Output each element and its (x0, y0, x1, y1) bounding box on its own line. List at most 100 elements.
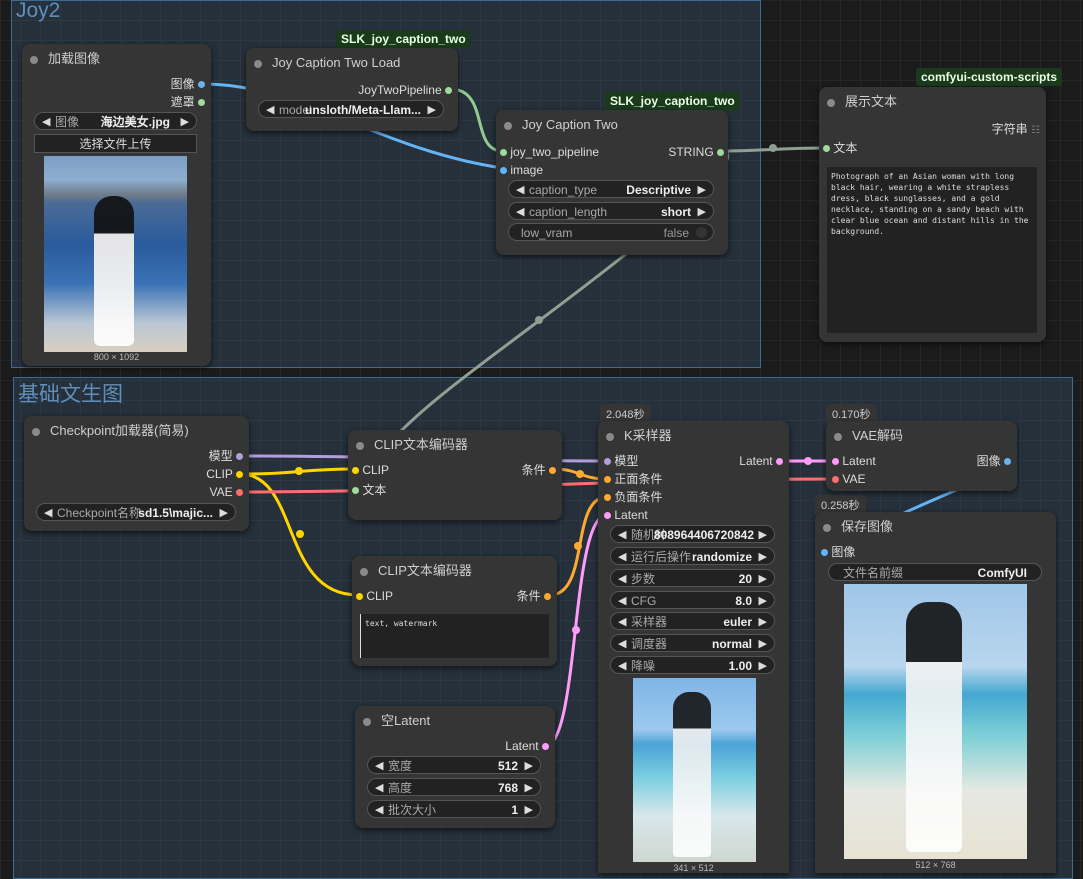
collapse-dot-icon[interactable] (823, 524, 831, 532)
text-display[interactable]: Photograph of an Asian woman with long b… (827, 167, 1037, 333)
text-port-icon[interactable] (352, 487, 359, 495)
output-string[interactable]: 字符串 ☷ (992, 122, 1040, 138)
conditioning-port-icon[interactable] (549, 467, 556, 475)
clip-port-icon[interactable] (352, 467, 359, 475)
collapse-dot-icon[interactable] (360, 568, 368, 576)
image-port-icon[interactable] (821, 549, 828, 557)
input-text[interactable]: 文本 (823, 141, 857, 155)
seed-input[interactable]: ◀ 随机种 808964406720842 ▶ (610, 525, 775, 543)
input-latent[interactable]: Latent (832, 454, 876, 468)
control-after-generate-select[interactable]: ◀ 运行后操作 randomize ▶ (610, 547, 775, 565)
input-model[interactable]: 模型 (604, 454, 638, 468)
checkpoint-select[interactable]: ◀ Checkpoint名称 sd1.5\majic... ▶ (36, 503, 236, 521)
output-model[interactable]: 模型 (209, 449, 243, 463)
output-vae[interactable]: VAE (210, 485, 243, 499)
output-conditioning[interactable]: 条件 (517, 589, 551, 603)
output-latent[interactable]: Latent (505, 739, 549, 753)
show-text-node[interactable]: 展示文本 字符串 ☷ 文本 Photograph of an Asian wom… (819, 87, 1046, 342)
output-image[interactable]: 图像 (171, 77, 205, 91)
ksampler-node[interactable]: K采样器 模型 正面条件 负面条件 Latent Latent ◀ 随机种 8089… (598, 421, 789, 873)
steps-input[interactable]: ◀ 步数 20 ▶ (610, 569, 775, 587)
collapse-dot-icon[interactable] (504, 122, 512, 130)
mask-port-icon[interactable] (198, 99, 205, 107)
clip-text-encoder-positive-node[interactable]: CLIP文本编码器 CLIP 文本 条件 (348, 430, 562, 520)
conditioning-port-icon[interactable] (604, 476, 611, 484)
load-image-node[interactable]: 加载图像 图像 遮罩 ◀ 图像 海边美女.jpg ▶ 选择文件上传 800 × 109… (22, 44, 211, 366)
latent-port-icon[interactable] (542, 743, 549, 751)
vae-decode-node[interactable]: VAE解码 Latent VAE 图像 (826, 421, 1017, 491)
collapse-dot-icon[interactable] (606, 433, 614, 441)
output-image[interactable]: 图像 (977, 454, 1011, 468)
clip-port-icon[interactable] (236, 471, 243, 479)
collapse-dot-icon[interactable] (834, 433, 842, 441)
input-image[interactable]: 图像 (821, 545, 855, 559)
image-port-icon[interactable] (1004, 458, 1011, 466)
upload-button[interactable]: 选择文件上传 (34, 134, 197, 153)
collapse-dot-icon[interactable] (356, 442, 364, 450)
conditioning-port-icon[interactable] (544, 593, 551, 601)
model-port-icon[interactable] (604, 458, 611, 466)
input-clip[interactable]: CLIP (356, 589, 393, 603)
batch-size-input[interactable]: ◀ 批次大小 1 ▶ (367, 800, 541, 818)
output-joytwopipeline[interactable]: JoyTwoPipeline (358, 83, 452, 97)
image-size-label: 800 × 1092 (93, 352, 140, 362)
clip-port-icon[interactable] (356, 593, 363, 601)
input-vae[interactable]: VAE (832, 472, 865, 486)
conditioning-port-icon[interactable] (604, 494, 611, 502)
pipeline-port-icon[interactable] (445, 87, 452, 95)
low-vram-toggle[interactable]: low_vram false (508, 223, 714, 241)
latent-port-icon[interactable] (604, 512, 611, 520)
node-title: 展示文本 (845, 94, 898, 109)
caption-type-select[interactable]: ◀ caption_type Descriptive ▶ (508, 180, 714, 198)
negative-prompt-textarea[interactable]: text, watermark (360, 614, 549, 658)
model-select[interactable]: ◀ model unsloth/Meta-Llam... ▶ (258, 100, 444, 118)
output-string[interactable]: STRING (668, 145, 724, 159)
checkpoint-loader-node[interactable]: Checkpoint加载器(简易) 模型 CLIP VAE ◀ Checkpoin… (24, 416, 249, 531)
collapse-dot-icon[interactable] (32, 428, 40, 436)
node-title: Joy Caption Two (522, 117, 618, 132)
figure-shape (94, 196, 134, 346)
filename-prefix-input[interactable]: 文件名前缀 ComfyUI (828, 563, 1042, 581)
collapse-dot-icon[interactable] (254, 60, 262, 68)
scheduler-select[interactable]: ◀ 调度器 normal ▶ (610, 634, 775, 652)
output-conditioning[interactable]: 条件 (522, 463, 556, 477)
toggle-knob-icon[interactable] (696, 227, 707, 238)
vae-port-icon[interactable] (236, 489, 243, 497)
string-port-icon[interactable] (717, 149, 724, 157)
caption-length-select[interactable]: ◀ caption_length short ▶ (508, 202, 714, 220)
height-input[interactable]: ◀ 高度 768 ▶ (367, 778, 541, 796)
denoise-input[interactable]: ◀ 降噪 1.00 ▶ (610, 656, 775, 674)
vae-port-icon[interactable] (832, 476, 839, 484)
model-port-icon[interactable] (236, 453, 243, 461)
image-port-icon[interactable] (500, 167, 507, 175)
input-joy-two-pipeline[interactable]: joy_two_pipeline (500, 145, 599, 159)
cfg-input[interactable]: ◀ CFG 8.0 ▶ (610, 591, 775, 609)
latent-port-icon[interactable] (832, 458, 839, 466)
input-text[interactable]: 文本 (352, 483, 386, 497)
clip-text-encoder-negative-node[interactable]: CLIP文本编码器 CLIP 条件 text, watermark (352, 556, 557, 666)
input-negative[interactable]: 负面条件 (604, 490, 662, 504)
collapse-dot-icon[interactable] (827, 99, 835, 107)
input-image[interactable]: image (500, 163, 543, 177)
text-port-icon[interactable] (823, 145, 830, 153)
latent-port-icon[interactable] (776, 458, 783, 466)
output-latent[interactable]: Latent (739, 454, 783, 468)
output-clip[interactable]: CLIP (206, 467, 243, 481)
pipeline-port-icon[interactable] (500, 149, 507, 157)
collapse-dot-icon[interactable] (30, 56, 38, 64)
width-input[interactable]: ◀ 宽度 512 ▶ (367, 756, 541, 774)
list-port-icon[interactable]: ☷ (1031, 125, 1040, 136)
output-mask[interactable]: 遮罩 (171, 95, 205, 109)
empty-latent-node[interactable]: 空Latent Latent ◀ 宽度 512 ▶ ◀ 高度 768 ▶ ◀ 批次大小 1 ▶ (355, 706, 555, 828)
input-clip[interactable]: CLIP (352, 463, 389, 477)
sampler-select[interactable]: ◀ 采样器 euler ▶ (610, 612, 775, 630)
input-latent[interactable]: Latent (604, 508, 648, 522)
input-positive[interactable]: 正面条件 (604, 472, 662, 486)
joy-caption-two-node[interactable]: Joy Caption Two joy_two_pipeline image S… (496, 110, 728, 255)
save-image-node[interactable]: 保存图像 图像 文件名前缀 ComfyUI 512 × 768 (815, 512, 1056, 873)
collapse-dot-icon[interactable] (363, 718, 371, 726)
joy-caption-two-load-node[interactable]: Joy Caption Two Load JoyTwoPipeline ◀ mod… (246, 48, 458, 131)
image-select[interactable]: ◀ 图像 海边美女.jpg ▶ (34, 112, 197, 130)
node-source-badge: SLK_joy_caption_two (605, 92, 740, 110)
image-port-icon[interactable] (198, 81, 205, 89)
